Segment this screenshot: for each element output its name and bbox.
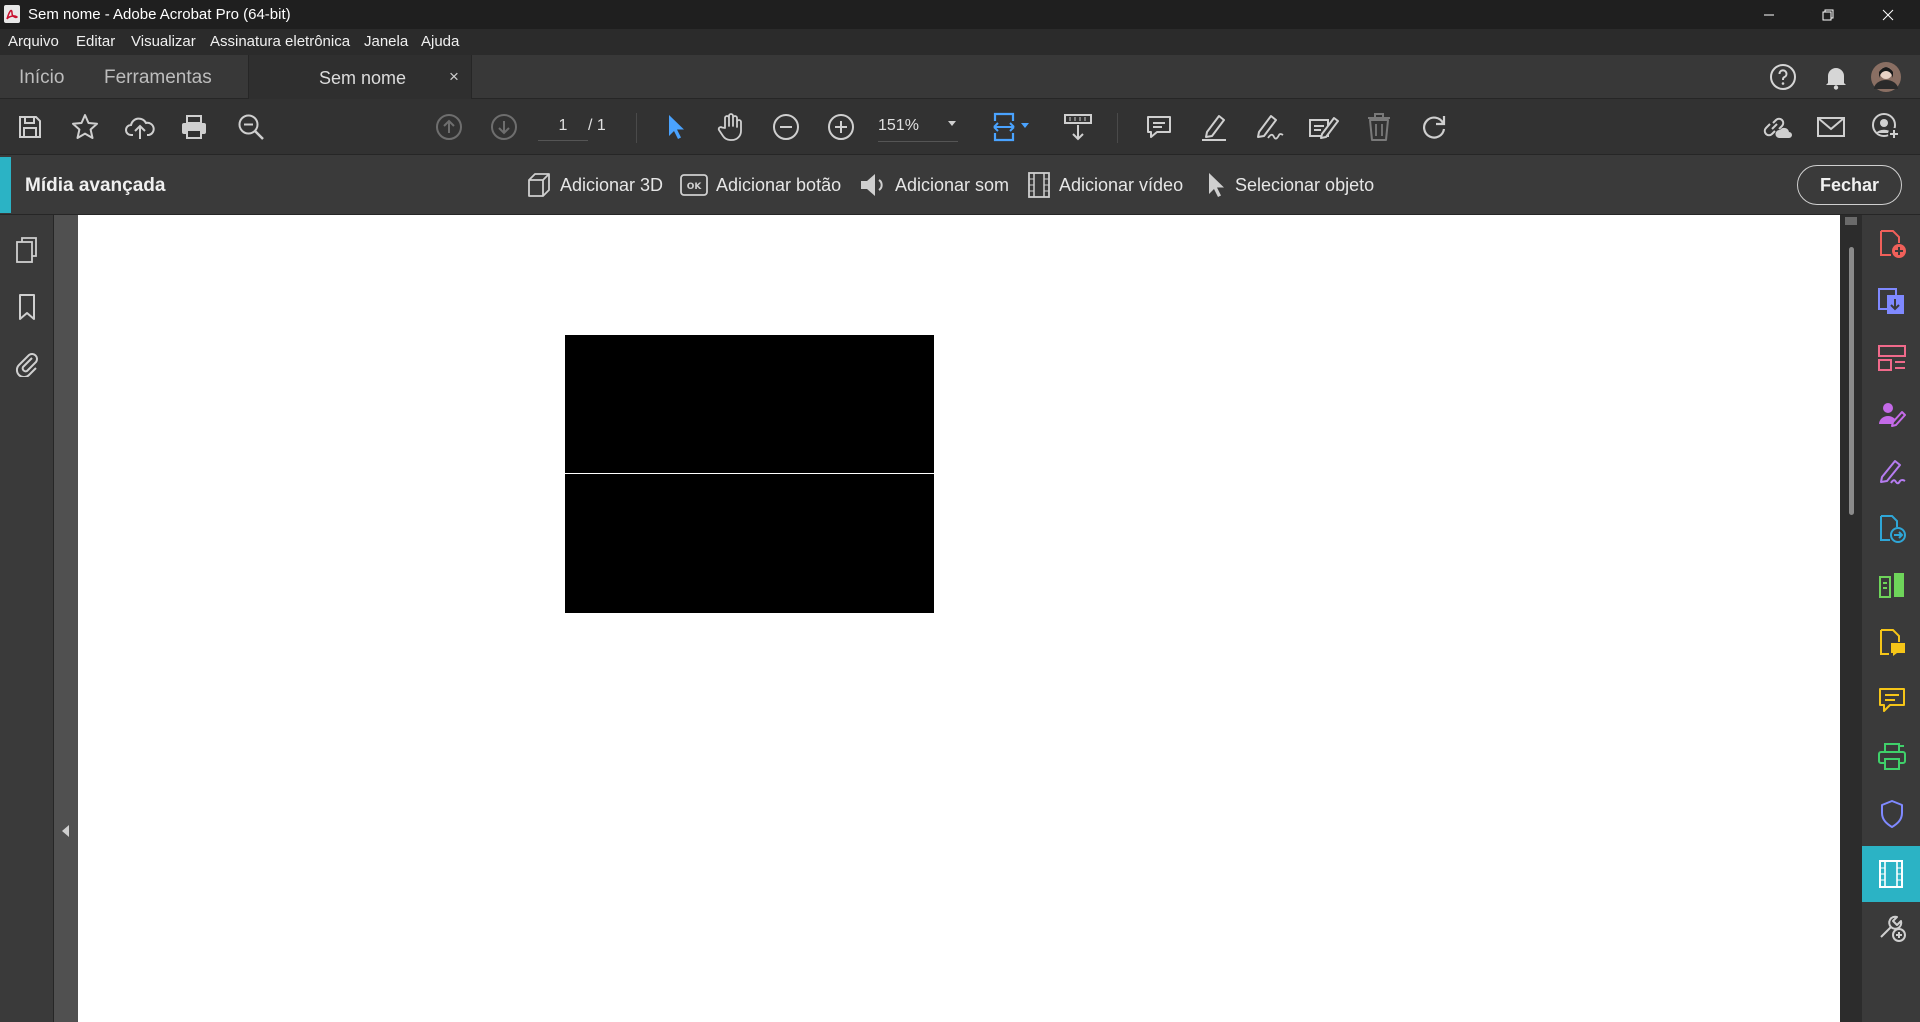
minimize-button[interactable] — [1741, 0, 1797, 29]
add-sound-label: Adicionar som — [895, 174, 1010, 195]
zoom-in-icon[interactable] — [825, 111, 857, 143]
share-link-icon[interactable] — [1760, 111, 1792, 143]
avatar[interactable] — [1870, 61, 1902, 93]
media-toolbar-title: Mídia avançada — [25, 175, 166, 196]
edit-text-icon[interactable] — [1308, 111, 1340, 143]
chevron-down-icon — [948, 121, 956, 126]
save-icon[interactable] — [14, 111, 46, 143]
pdf-page[interactable] — [78, 215, 1840, 1022]
request-signatures-icon[interactable] — [1877, 400, 1907, 430]
print-icon[interactable] — [178, 111, 210, 143]
media-object-bottom[interactable] — [565, 474, 934, 613]
bookmark-icon[interactable] — [12, 292, 42, 322]
page-total: / 1 — [588, 117, 606, 134]
tab-bar: Início Ferramentas Sem nome × — [0, 55, 1920, 99]
highlight-pen-icon[interactable] — [1198, 111, 1230, 143]
attachment-paperclip-icon[interactable] — [12, 348, 42, 378]
tab-document[interactable]: Sem nome × — [248, 55, 472, 99]
main-toolbar: 1 / 1 151% — [0, 99, 1920, 155]
menu-visualizar[interactable]: Visualizar — [131, 33, 196, 50]
next-page-icon[interactable] — [488, 111, 520, 143]
tab-ferramentas[interactable]: Ferramentas — [104, 67, 212, 89]
menu-assinatura[interactable]: Assinatura eletrônica — [210, 33, 350, 50]
draw-sign-icon[interactable] — [1253, 111, 1285, 143]
combine-files-icon[interactable] — [1877, 514, 1907, 544]
select-tool-icon[interactable] — [660, 111, 692, 143]
compare-files-icon[interactable] — [1877, 571, 1907, 601]
organize-pages-icon[interactable] — [1877, 343, 1907, 373]
scrolling-mode-icon[interactable] — [1062, 111, 1094, 143]
close-media-toolbar-button[interactable]: Fechar — [1797, 165, 1902, 205]
add-3d-label: Adicionar 3D — [560, 174, 664, 195]
print-production-icon[interactable] — [1877, 742, 1907, 772]
fill-sign-icon[interactable] — [1877, 457, 1907, 487]
help-icon[interactable] — [1767, 61, 1799, 93]
email-icon[interactable] — [1815, 111, 1847, 143]
export-pdf-icon[interactable] — [1877, 286, 1907, 316]
cube-icon — [528, 173, 550, 197]
star-icon[interactable] — [69, 111, 101, 143]
scroll-up-arrow[interactable] — [1845, 217, 1857, 225]
restore-button[interactable] — [1800, 0, 1856, 29]
ok-button-icon: OK — [680, 174, 708, 196]
protect-shield-icon[interactable] — [1877, 799, 1907, 829]
window-close-button[interactable] — [1860, 0, 1916, 29]
edit-pdf-comment-icon[interactable] — [1877, 628, 1907, 658]
cloud-upload-icon[interactable] — [124, 111, 156, 143]
zoom-out-icon[interactable] — [770, 111, 802, 143]
previous-page-icon[interactable] — [433, 111, 465, 143]
add-button-label: Adicionar botão — [716, 174, 842, 195]
window-title: Sem nome - Adobe Acrobat Pro (64-bit) — [28, 6, 291, 23]
title-bar: Sem nome - Adobe Acrobat Pro (64-bit) — [0, 0, 1920, 29]
collapse-pane-arrow-icon[interactable] — [62, 825, 69, 837]
menu-arquivo[interactable]: Arquivo — [8, 33, 59, 50]
comment-icon[interactable] — [1143, 111, 1175, 143]
acrobat-logo-icon — [4, 5, 20, 23]
menu-janela[interactable]: Janela — [364, 33, 408, 50]
fit-page-icon[interactable] — [990, 111, 1036, 143]
pointer-icon — [1209, 173, 1224, 197]
film-icon — [1028, 172, 1050, 198]
toolbar-divider — [1117, 113, 1118, 143]
trash-icon[interactable] — [1363, 111, 1395, 143]
media-object-top[interactable] — [565, 335, 934, 473]
add-video-button[interactable]: Adicionar vídeo — [1027, 170, 1183, 200]
tab-inicio[interactable]: Início — [19, 67, 64, 89]
ok-badge-text: OK — [687, 182, 703, 192]
hand-tool-icon[interactable] — [715, 111, 747, 143]
left-navigation-pane — [0, 215, 54, 1022]
vertical-scrollbar[interactable] — [1840, 215, 1862, 1022]
zoom-search-icon[interactable] — [235, 111, 267, 143]
tab-document-label: Sem nome — [319, 68, 407, 88]
rotate-icon[interactable] — [1418, 111, 1450, 143]
accent-bar — [0, 157, 11, 213]
comment-tool-icon[interactable] — [1877, 685, 1907, 715]
select-object-label: Selecionar objeto — [1235, 174, 1375, 195]
menu-bar: Arquivo Editar Visualizar Assinatura ele… — [0, 29, 1920, 55]
add-video-label: Adicionar vídeo — [1059, 174, 1184, 195]
toolbar-divider — [636, 113, 637, 143]
zoom-level-dropdown[interactable]: 151% — [878, 117, 958, 142]
page-thumbnails-icon[interactable] — [12, 235, 42, 265]
add-button-button[interactable]: OK Adicionar botão — [680, 170, 841, 200]
menu-editar[interactable]: Editar — [76, 33, 115, 50]
scrollbar-thumb[interactable] — [1849, 247, 1854, 515]
add-user-icon[interactable] — [1870, 111, 1902, 143]
select-object-button[interactable]: Selecionar objeto — [1205, 170, 1374, 200]
add-3d-button[interactable]: Adicionar 3D — [526, 170, 663, 200]
right-tools-pane — [1862, 215, 1920, 1022]
rich-media-film-icon[interactable] — [1862, 846, 1920, 902]
add-sound-button[interactable]: Adicionar som — [859, 170, 1009, 200]
page-number-input[interactable]: 1 — [538, 113, 588, 141]
notification-bell-icon[interactable] — [1820, 61, 1852, 93]
more-tools-wrench-icon[interactable] — [1877, 913, 1907, 943]
tab-close-button[interactable]: × — [449, 67, 459, 87]
create-pdf-icon[interactable] — [1877, 229, 1907, 259]
zoom-level-value: 151% — [878, 117, 919, 134]
menu-ajuda[interactable]: Ajuda — [421, 33, 459, 50]
speaker-icon — [861, 174, 883, 196]
advanced-media-toolbar: Mídia avançada Adicionar 3D OK Adicionar… — [0, 155, 1920, 215]
